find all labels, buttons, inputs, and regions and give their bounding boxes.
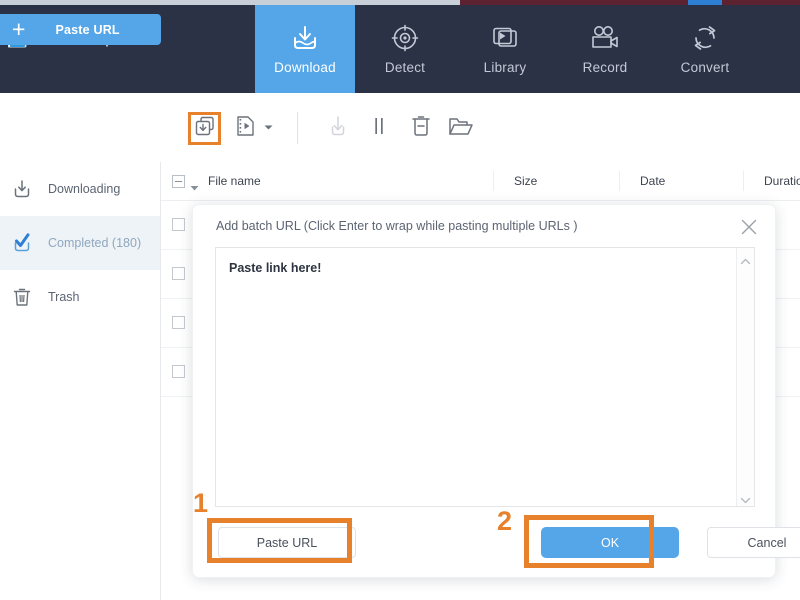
format-select-button[interactable] <box>233 115 259 141</box>
batch-download-button[interactable] <box>188 112 221 145</box>
trash-icon <box>410 114 432 143</box>
nav-item-convert[interactable]: Convert <box>655 5 755 93</box>
video-format-icon <box>234 114 258 143</box>
library-play-icon <box>490 23 520 53</box>
dialog-cancel-button[interactable]: Cancel <box>707 527 800 558</box>
dialog-paste-url-button[interactable]: Paste URL <box>218 527 356 558</box>
add-batch-url-dialog: Add batch URL (Click Enter to wrap while… <box>192 204 776 578</box>
table-header-row: File name Size Date Duration <box>161 162 800 201</box>
nav-item-detect[interactable]: Detect <box>355 5 455 93</box>
sidebar-item-completed-label: Completed (180) <box>48 236 141 250</box>
toolbar <box>0 93 800 163</box>
batch-download-icon <box>194 115 216 142</box>
row-checkbox[interactable] <box>172 267 185 280</box>
close-button[interactable] <box>739 217 759 237</box>
sidebar-item-trash-label: Trash <box>48 290 80 304</box>
chevron-down-icon <box>263 119 274 137</box>
column-header-size[interactable]: Size <box>514 174 537 188</box>
sidebar-item-completed[interactable]: Completed (180) <box>0 216 160 270</box>
plus-icon: + <box>12 18 25 41</box>
select-all-dropdown-caret[interactable] <box>190 179 199 186</box>
open-folder-icon <box>448 115 474 142</box>
row-checkbox[interactable] <box>172 316 185 329</box>
row-checkbox[interactable] <box>172 218 185 231</box>
nav-item-download[interactable]: Download <box>255 5 355 93</box>
chevron-down-icon[interactable] <box>740 492 751 501</box>
dialog-ok-label: OK <box>601 536 619 550</box>
sidebar-item-trash[interactable]: Trash <box>0 270 160 324</box>
column-divider <box>619 171 620 191</box>
sidebar-item-downloading-label: Downloading <box>48 182 120 196</box>
start-download-icon <box>327 113 349 144</box>
column-header-duration[interactable]: Duration <box>764 174 800 188</box>
dialog-paste-url-label: Paste URL <box>257 536 317 550</box>
nav-item-convert-label: Convert <box>681 60 730 75</box>
delete-button[interactable] <box>408 114 434 142</box>
url-textarea-value: Paste link here! <box>229 261 321 275</box>
toolbar-separator <box>297 112 298 144</box>
video-camera-icon <box>589 23 621 53</box>
url-textarea[interactable]: Paste link here! <box>215 247 755 507</box>
column-header-file-name[interactable]: File name <box>208 174 261 188</box>
start-download-button[interactable] <box>325 114 351 142</box>
open-folder-button[interactable] <box>447 114 475 142</box>
nav-item-record-label: Record <box>583 60 628 75</box>
row-checkbox[interactable] <box>172 365 185 378</box>
select-all-checkbox[interactable] <box>172 175 185 188</box>
dialog-cancel-label: Cancel <box>748 536 787 550</box>
convert-refresh-icon <box>690 23 720 53</box>
completed-check-icon <box>10 231 34 255</box>
pause-icon <box>371 116 387 141</box>
column-divider <box>743 171 744 191</box>
paste-url-button-label: Paste URL <box>55 23 119 37</box>
column-header-date[interactable]: Date <box>640 174 665 188</box>
nav-items: Download Detect <box>255 5 755 93</box>
sidebar: Downloading Completed (180) Trash <box>0 162 161 600</box>
column-divider <box>493 171 494 191</box>
chevron-up-icon[interactable] <box>740 253 751 262</box>
nav-item-detect-label: Detect <box>385 60 425 75</box>
downloading-icon <box>10 177 34 201</box>
nav-item-download-label: Download <box>274 60 336 75</box>
target-detect-icon <box>390 23 420 53</box>
trash-bin-icon <box>10 285 34 309</box>
dialog-ok-button[interactable]: OK <box>541 527 679 558</box>
application-window: AceThinker Video Keeper Download <box>0 0 800 600</box>
textarea-scrollbar[interactable] <box>736 248 754 506</box>
nav-item-library[interactable]: Library <box>455 5 555 93</box>
format-dropdown-caret[interactable] <box>262 123 274 133</box>
sidebar-item-downloading[interactable]: Downloading <box>0 162 160 216</box>
paste-url-button[interactable]: + Paste URL <box>0 14 161 45</box>
dialog-title: Add batch URL (Click Enter to wrap while… <box>216 219 578 233</box>
nav-item-record[interactable]: Record <box>555 5 655 93</box>
nav-item-library-label: Library <box>484 60 527 75</box>
pause-button[interactable] <box>366 114 392 142</box>
download-tray-icon <box>290 23 320 53</box>
